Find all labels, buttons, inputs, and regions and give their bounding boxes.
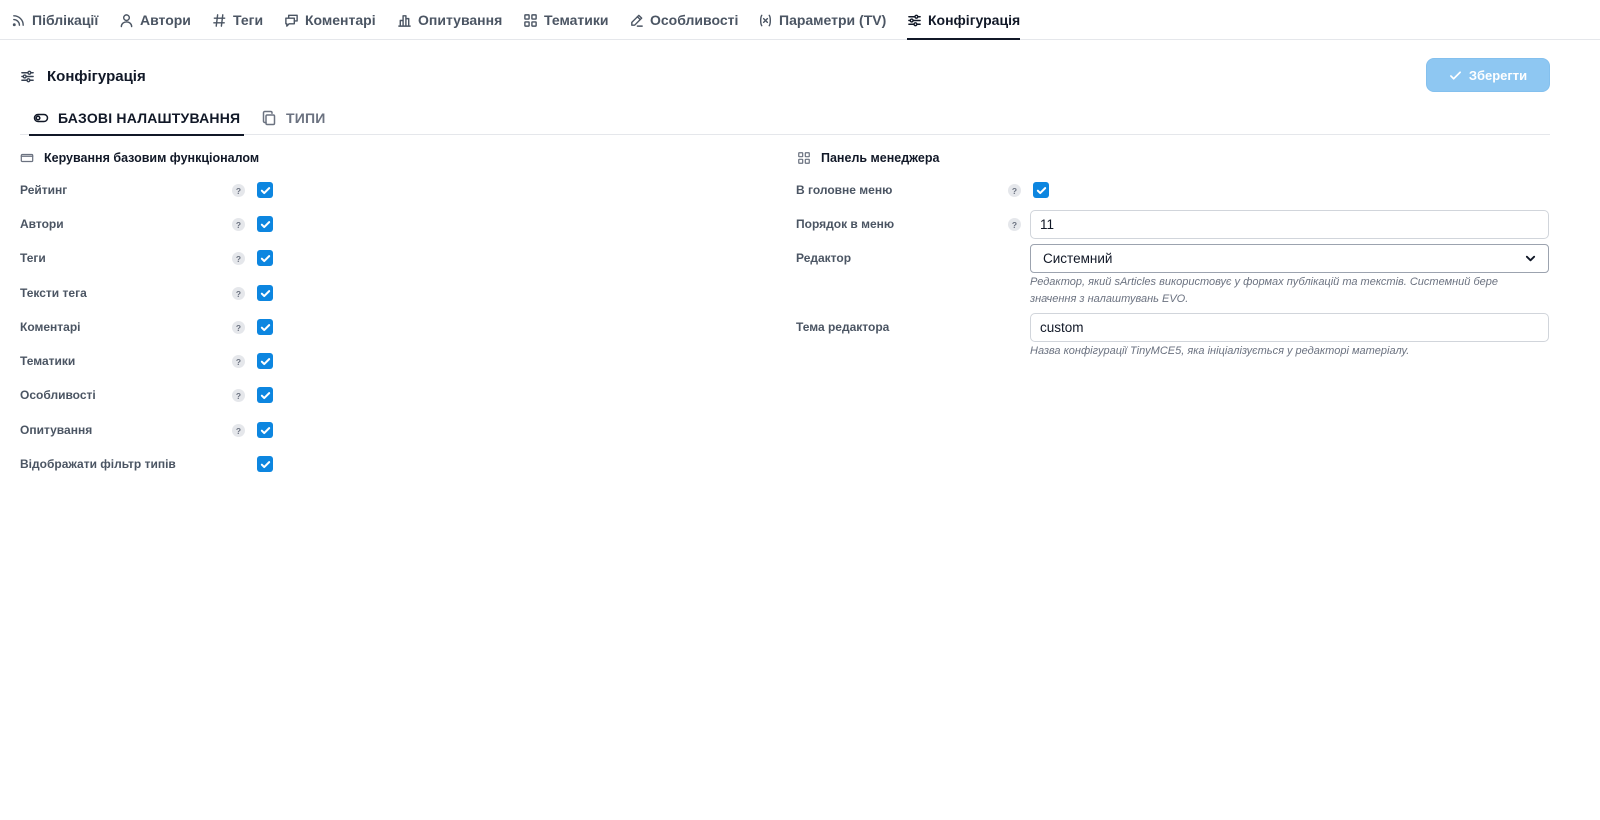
nav-item-label: Конфігурація xyxy=(928,12,1021,28)
variable-icon xyxy=(759,14,772,26)
sliders-icon xyxy=(21,70,34,82)
copy-icon xyxy=(262,110,276,125)
top-navigation: Піблікації Автори Теги Коментарі Опитува… xyxy=(0,0,1600,40)
comments-label: Коментарі xyxy=(20,320,81,334)
editor-theme-input[interactable]: custom xyxy=(1030,313,1549,342)
polls-label: Опитування xyxy=(20,423,93,437)
toggle-icon xyxy=(33,113,49,122)
save-button-label: Зберегти xyxy=(1468,67,1528,83)
nav-item-label: Особливості xyxy=(650,12,739,28)
tag-texts-checkbox[interactable] xyxy=(257,285,273,301)
editor-select[interactable]: Системний xyxy=(1030,244,1549,273)
nav-item-label: Теги xyxy=(233,12,264,28)
rating-checkbox[interactable] xyxy=(257,182,273,198)
nav-item-comments[interactable]: Коментарі xyxy=(284,0,376,40)
features-checkbox[interactable] xyxy=(257,387,273,403)
nav-item-publications[interactable]: Піблікації xyxy=(11,0,98,40)
tags-checkbox[interactable] xyxy=(257,250,273,266)
topics-checkbox[interactable] xyxy=(257,353,273,369)
check-icon xyxy=(260,186,270,194)
help-icon[interactable]: ? xyxy=(1008,218,1021,231)
help-icon[interactable]: ? xyxy=(232,321,245,334)
check-icon xyxy=(260,254,270,262)
panel-icon xyxy=(20,153,34,163)
nav-item-label: Піблікації xyxy=(32,12,99,28)
check-icon xyxy=(260,220,270,228)
tab-label: ТИПИ xyxy=(286,109,326,126)
tab-types[interactable]: ТИПИ xyxy=(261,100,326,135)
sliders-icon xyxy=(908,14,921,26)
help-icon[interactable]: ? xyxy=(232,389,245,402)
editor-hint: Редактор, який sArticles використовує у … xyxy=(1030,276,1499,305)
rss-icon xyxy=(12,14,24,26)
manager-panel-title: Панель менеджера xyxy=(797,151,939,165)
nav-item-authors[interactable]: Автори xyxy=(119,0,191,40)
help-icon[interactable]: ? xyxy=(232,287,245,300)
editor-theme-hint: Назва конфігурації TinyMCE5, яка ініціал… xyxy=(1030,345,1410,357)
nav-item-label: Опитування xyxy=(418,12,503,28)
help-icon[interactable]: ? xyxy=(232,252,245,265)
chevron-down-icon xyxy=(1525,255,1536,262)
page-header: Конфігурація xyxy=(20,62,146,90)
page-title: Конфігурація xyxy=(47,67,146,85)
check-icon xyxy=(260,460,270,468)
check-icon xyxy=(260,426,270,434)
grid-icon xyxy=(524,13,537,27)
check-icon xyxy=(260,323,270,331)
menu-order-label: Порядок в меню xyxy=(796,217,895,231)
check-icon xyxy=(260,289,270,297)
nav-item-label: Параметри (TV) xyxy=(779,12,887,28)
tab-label: БАЗОВІ НАЛАШТУВАННЯ xyxy=(58,109,241,126)
nav-item-configuration[interactable]: Конфігурація xyxy=(907,0,1021,40)
help-icon[interactable]: ? xyxy=(232,355,245,368)
authors-label: Автори xyxy=(20,217,64,231)
grid-icon xyxy=(798,152,810,164)
tag-texts-label: Тексти тега xyxy=(20,286,87,300)
nav-item-label: Тематики xyxy=(544,12,609,28)
editor-theme-label: Тема редактора xyxy=(796,320,890,334)
user-icon xyxy=(120,13,133,27)
hash-icon xyxy=(213,13,226,27)
help-icon[interactable]: ? xyxy=(232,424,245,437)
nav-item-label: Коментарі xyxy=(305,12,376,28)
nav-item-features[interactable]: Особливості xyxy=(629,0,738,40)
main-menu-label: В головне меню xyxy=(796,183,893,197)
comments-checkbox[interactable] xyxy=(257,319,273,335)
basic-functionality-title: Керування базовим функціоналом xyxy=(20,151,259,165)
editor-label: Редактор xyxy=(796,251,852,265)
settings-tabs: БАЗОВІ НАЛАШТУВАННЯ ТИПИ xyxy=(20,100,1550,136)
pen-icon xyxy=(631,14,643,27)
help-icon[interactable]: ? xyxy=(232,184,245,197)
topics-label: Тематики xyxy=(20,354,76,368)
features-label: Особливості xyxy=(20,388,96,402)
save-button[interactable]: Зберегти xyxy=(1426,58,1550,92)
section-title-text: Панель менеджера xyxy=(821,151,940,165)
section-title-text: Керування базовим функціоналом xyxy=(44,151,260,165)
help-icon[interactable]: ? xyxy=(1008,184,1021,197)
menu-order-input[interactable]: 11 xyxy=(1030,210,1549,239)
chart-bar-icon xyxy=(398,14,411,27)
check-icon xyxy=(260,391,270,399)
main-menu-checkbox[interactable] xyxy=(1033,182,1049,198)
nav-item-label: Автори xyxy=(140,12,191,28)
type-filter-label: Відображати фільтр типів xyxy=(20,457,176,471)
editor-select-value: Системний xyxy=(1043,251,1113,266)
authors-checkbox[interactable] xyxy=(257,216,273,232)
nav-item-topics[interactable]: Тематики xyxy=(523,0,609,40)
help-icon[interactable]: ? xyxy=(232,218,245,231)
rating-label: Рейтинг xyxy=(20,183,68,197)
type-filter-checkbox[interactable] xyxy=(257,456,273,472)
tags-label: Теги xyxy=(20,251,46,265)
check-icon xyxy=(260,357,270,365)
tab-basic-settings[interactable]: БАЗОВІ НАЛАШТУВАННЯ xyxy=(29,100,245,136)
nav-item-tv-params[interactable]: Параметри (TV) xyxy=(758,0,886,40)
check-icon xyxy=(1036,186,1046,194)
check-icon xyxy=(1449,70,1461,80)
nav-item-polls[interactable]: Опитування xyxy=(397,0,502,40)
comments-icon xyxy=(285,14,298,27)
polls-checkbox[interactable] xyxy=(257,422,273,438)
nav-item-tags[interactable]: Теги xyxy=(212,0,263,40)
